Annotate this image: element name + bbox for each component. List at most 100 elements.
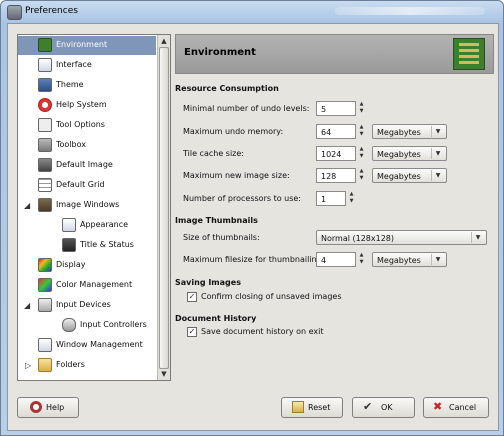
sidebar-item-label: Window Management xyxy=(56,340,143,349)
folders-icon xyxy=(38,358,52,372)
chevron-down-icon: ▼ xyxy=(431,254,444,265)
undo-levels-value[interactable]: 5 xyxy=(316,101,356,116)
collapse-arrow-icon[interactable]: ◢ xyxy=(24,201,30,210)
processors-value[interactable]: 1 xyxy=(316,191,346,206)
tile-cache-label: Tile cache size: xyxy=(183,149,244,158)
page-header: Environment xyxy=(175,34,494,74)
reset-icon xyxy=(292,401,304,413)
ok-icon: ✔ xyxy=(363,400,373,413)
sidebar-item-label: Input Controllers xyxy=(80,320,147,329)
chevron-down-icon: ▼ xyxy=(431,170,444,181)
toolbox-icon xyxy=(38,138,52,152)
processors-spinner[interactable]: 1 ▲ ▼ xyxy=(316,191,356,206)
sidebar-item-label: Help System xyxy=(56,100,107,109)
max-image-size-unit-select[interactable]: Megabytes ▼ xyxy=(372,168,447,183)
title-bar[interactable]: Preferences xyxy=(1,1,503,23)
confirm-closing-checkbox[interactable]: ✓ xyxy=(187,292,197,302)
sidebar-item-theme[interactable]: Theme xyxy=(18,76,156,95)
scroll-down-arrow-icon[interactable]: ▼ xyxy=(159,369,169,379)
thumbnail-size-select[interactable]: Normal (128x128) ▼ xyxy=(316,230,487,245)
unit-value: Megabytes xyxy=(377,172,421,181)
undo-levels-spinner[interactable]: 5 ▲ ▼ xyxy=(316,101,366,116)
max-image-size-value[interactable]: 128 xyxy=(316,168,356,183)
sidebar-item-toolbox[interactable]: Toolbox xyxy=(18,136,156,155)
color-management-icon xyxy=(38,278,52,292)
sidebar-item-tool-options[interactable]: Tool Options xyxy=(18,116,156,135)
chevron-down-icon: ▼ xyxy=(431,126,444,137)
sidebar-item-label: Environment xyxy=(56,40,108,49)
thumbnail-filesize-unit-select[interactable]: Megabytes ▼ xyxy=(372,252,447,267)
chevron-down-icon: ▼ xyxy=(471,232,484,243)
expand-arrow-icon[interactable]: ▷ xyxy=(25,361,31,370)
spin-arrows-icon[interactable]: ▲ ▼ xyxy=(357,124,366,139)
sidebar-item-window-management[interactable]: Window Management xyxy=(18,336,156,355)
sidebar-item-label: Default Image xyxy=(56,160,113,169)
title-status-icon xyxy=(62,238,76,252)
sidebar-item-appearance[interactable]: Appearance xyxy=(18,216,156,235)
environment-chip-icon xyxy=(453,38,485,70)
sidebar-item-environment[interactable]: Environment xyxy=(18,36,156,55)
reset-button-label: Reset xyxy=(308,403,331,412)
help-button-label: Help xyxy=(46,403,65,412)
sidebar-item-label: Theme xyxy=(56,80,84,89)
input-controllers-icon xyxy=(62,318,76,332)
undo-memory-value[interactable]: 64 xyxy=(316,124,356,139)
sidebar-item-default-grid[interactable]: Default Grid xyxy=(18,176,156,195)
tile-cache-value[interactable]: 1024 xyxy=(316,146,356,161)
environment-icon xyxy=(38,38,52,52)
preferences-window: Preferences Environment Interface Theme … xyxy=(0,0,504,436)
collapse-arrow-icon[interactable]: ◢ xyxy=(24,301,30,310)
sidebar-item-image-windows[interactable]: ◢ Image Windows xyxy=(18,196,156,215)
undo-memory-spinner[interactable]: 64 ▲ ▼ xyxy=(316,124,366,139)
max-image-size-label: Maximum new image size: xyxy=(183,171,290,180)
undo-memory-unit-select[interactable]: Megabytes ▼ xyxy=(372,124,447,139)
undo-memory-label: Maximum undo memory: xyxy=(183,127,284,136)
sidebar-item-label: Input Devices xyxy=(56,300,111,309)
sidebar-item-title-status[interactable]: Title & Status xyxy=(18,236,156,255)
sidebar-item-color-management[interactable]: Color Management xyxy=(18,276,156,295)
spin-arrows-icon[interactable]: ▲ ▼ xyxy=(347,191,356,206)
processors-label: Number of processors to use: xyxy=(183,194,301,203)
sidebar-item-label: Appearance xyxy=(80,220,129,229)
save-history-checkbox[interactable]: ✓ xyxy=(187,327,197,337)
help-icon xyxy=(30,401,42,413)
resource-section-title: Resource Consumption xyxy=(175,84,279,93)
cancel-button[interactable]: ✖ Cancel xyxy=(423,397,489,418)
thumbnails-section-title: Image Thumbnails xyxy=(175,216,258,225)
max-image-size-spinner[interactable]: 128 ▲ ▼ xyxy=(316,168,366,183)
thumbnail-size-label: Size of thumbnails: xyxy=(183,233,260,242)
sidebar-item-interface[interactable]: Interface xyxy=(18,56,156,75)
sidebar-item-folders[interactable]: ▷ Folders xyxy=(18,356,156,375)
tile-cache-spinner[interactable]: 1024 ▲ ▼ xyxy=(316,146,366,161)
thumbnail-filesize-value[interactable]: 4 xyxy=(316,252,356,267)
spin-arrows-icon[interactable]: ▲ ▼ xyxy=(357,146,366,161)
app-icon xyxy=(7,5,22,20)
sidebar-item-input-controllers[interactable]: Input Controllers xyxy=(18,316,156,335)
sidebar-item-default-image[interactable]: Default Image xyxy=(18,156,156,175)
tile-cache-unit-select[interactable]: Megabytes ▼ xyxy=(372,146,447,161)
spin-arrows-icon[interactable]: ▲ ▼ xyxy=(357,101,366,116)
thumbnail-filesize-spinner[interactable]: 4 ▲ ▼ xyxy=(316,252,366,267)
sidebar-item-label: Folders xyxy=(56,360,85,369)
sidebar-scrollbar[interactable]: ▲ ▼ xyxy=(157,35,170,380)
image-windows-icon xyxy=(38,198,52,212)
scrollbar-thumb[interactable] xyxy=(159,47,169,369)
help-system-icon xyxy=(38,98,52,112)
unit-value: Megabytes xyxy=(377,150,421,159)
help-button[interactable]: Help xyxy=(17,397,79,418)
spin-arrows-icon[interactable]: ▲ ▼ xyxy=(357,168,366,183)
category-tree: Environment Interface Theme Help System … xyxy=(17,34,171,381)
sidebar-item-help-system[interactable]: Help System xyxy=(18,96,156,115)
sidebar-item-display[interactable]: Display xyxy=(18,256,156,275)
unit-value: Megabytes xyxy=(377,128,421,137)
scroll-up-arrow-icon[interactable]: ▲ xyxy=(159,36,169,46)
theme-icon xyxy=(38,78,52,92)
spin-arrows-icon[interactable]: ▲ ▼ xyxy=(357,252,366,267)
sidebar-item-label: Interface xyxy=(56,60,92,69)
sidebar-item-label: Title & Status xyxy=(80,240,134,249)
dialog-body: Environment Interface Theme Help System … xyxy=(7,23,499,431)
sidebar-item-input-devices[interactable]: ◢ Input Devices xyxy=(18,296,156,315)
reset-button[interactable]: Reset xyxy=(281,397,343,418)
ok-button[interactable]: ✔ OK xyxy=(352,397,415,418)
cancel-icon: ✖ xyxy=(433,400,443,413)
